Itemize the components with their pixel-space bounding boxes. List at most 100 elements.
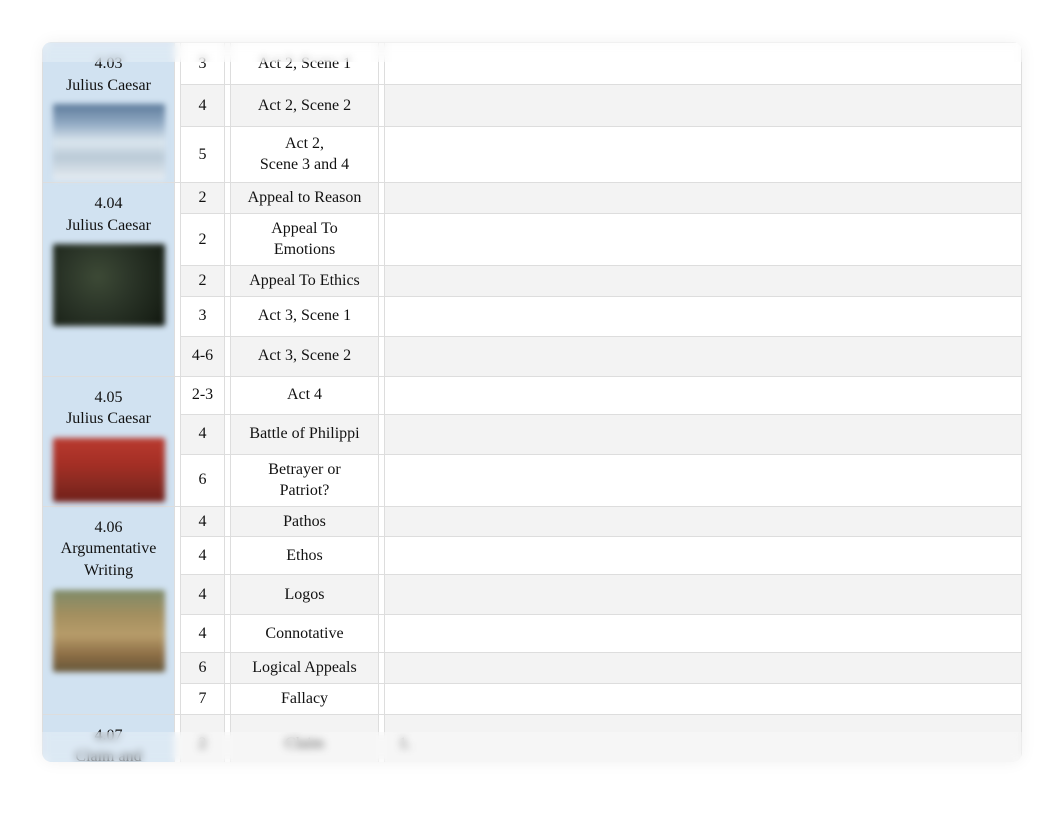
day-value: 4-6 [192, 347, 213, 364]
notes-cell [385, 506, 1022, 537]
day-value: 4 [199, 425, 207, 442]
topic-cell: Act 2, Scene 1 [231, 43, 379, 85]
notes-cell [385, 537, 1022, 575]
day-value: 2-3 [192, 386, 213, 403]
lesson-image [53, 104, 165, 180]
topic-cell: Act 4 [231, 376, 379, 414]
topic-cell: Fallacy [231, 683, 379, 714]
topic-cell: Act 3, Scene 1 [231, 296, 379, 336]
day-cell: 7 [181, 683, 225, 714]
lesson-code: 4.06 [95, 519, 123, 536]
lesson-code: 4.03 [95, 55, 123, 72]
day-value: 6 [199, 471, 207, 488]
notes-cell: 1. [385, 714, 1022, 762]
topic-cell: Appeal ToEmotions [231, 213, 379, 265]
day-cell: 2 [181, 183, 225, 214]
topic-cell: Act 2,Scene 3 and 4 [231, 126, 379, 183]
lesson-cell: 4.04 Julius Caesar [43, 183, 175, 376]
topic-cell: Logos [231, 575, 379, 615]
notes-value: 1. [399, 735, 411, 752]
topic-cell: Connotative [231, 615, 379, 653]
topic-value: Act 2, Scene 2 [258, 97, 351, 114]
day-cell: 6 [181, 653, 225, 684]
topic-value: Connotative [265, 625, 343, 642]
lesson-title: 4.04 Julius Caesar [43, 183, 174, 242]
topic-value: Logical Appeals [252, 659, 356, 676]
lesson-name: Julius Caesar [66, 77, 151, 94]
topic-value: Act 3, Scene 1 [258, 307, 351, 324]
notes-cell [385, 575, 1022, 615]
lesson-title: 4.03 Julius Caesar [43, 43, 174, 102]
lesson-name: Julius Caesar [66, 410, 151, 427]
topic-value: Appeal To Ethics [249, 272, 360, 289]
topic-value: Battle of Philippi [249, 425, 359, 442]
topic-value: Appeal to Reason [248, 189, 362, 206]
lesson-name: Julius Caesar [66, 217, 151, 234]
notes-cell [385, 336, 1022, 376]
day-value: 5 [199, 146, 207, 163]
topic-value: Pathos [283, 513, 326, 530]
topic-cell: Battle of Philippi [231, 414, 379, 454]
lesson-title: 4.07 Claim and [43, 715, 174, 762]
topic-value: Ethos [286, 547, 322, 564]
day-cell: 3 [181, 43, 225, 85]
lesson-image [53, 438, 165, 502]
day-value: 4 [199, 97, 207, 114]
day-cell: 5 [181, 126, 225, 183]
day-cell: 2-3 [181, 376, 225, 414]
day-cell: 6 [181, 454, 225, 506]
day-value: 4 [199, 586, 207, 603]
lesson-image [53, 244, 165, 326]
day-cell: 4 [181, 615, 225, 653]
day-value: 3 [199, 307, 207, 324]
day-value: 2 [199, 735, 207, 752]
lesson-name: Claim and [75, 748, 141, 762]
topic-value: Claim [285, 735, 324, 752]
notes-cell [385, 85, 1022, 126]
notes-cell [385, 265, 1022, 296]
notes-cell [385, 183, 1022, 214]
notes-cell [385, 213, 1022, 265]
day-value: 7 [199, 690, 207, 707]
notes-cell [385, 376, 1022, 414]
lesson-cell: 4.06 ArgumentativeWriting [43, 506, 175, 714]
lesson-code: 4.04 [95, 195, 123, 212]
notes-cell [385, 454, 1022, 506]
topic-value: Act 2, Scene 1 [258, 55, 351, 72]
day-value: 2 [199, 231, 207, 248]
topic-value: Logos [285, 586, 325, 603]
topic-cell: Logical Appeals [231, 653, 379, 684]
day-cell: 3 [181, 296, 225, 336]
day-value: 2 [199, 189, 207, 206]
notes-cell [385, 43, 1022, 85]
day-cell: 4-6 [181, 336, 225, 376]
lesson-cell: 4.07 Claim and [43, 714, 175, 762]
topic-cell: Appeal to Reason [231, 183, 379, 214]
notes-cell [385, 653, 1022, 684]
day-cell: 4 [181, 414, 225, 454]
topic-value: Act 3, Scene 2 [258, 347, 351, 364]
topic-cell: Act 2, Scene 2 [231, 85, 379, 126]
day-cell: 4 [181, 575, 225, 615]
topic-cell: Pathos [231, 506, 379, 537]
day-cell: 2 [181, 714, 225, 762]
topic-value: Betrayer orPatriot? [268, 461, 340, 500]
day-cell: 2 [181, 213, 225, 265]
topic-value: Act 2,Scene 3 and 4 [260, 135, 349, 174]
lesson-name: ArgumentativeWriting [61, 540, 157, 579]
topic-cell: Claim [231, 714, 379, 762]
document-page: 4.03 Julius Caesar 3 Act 2, Scene 1 4 Act 2, … [42, 42, 1022, 762]
lesson-title: 4.06 ArgumentativeWriting [43, 507, 174, 588]
lesson-cell: 4.05 Julius Caesar [43, 376, 175, 506]
day-value: 4 [199, 513, 207, 530]
lesson-code: 4.07 [95, 727, 123, 744]
lesson-code: 4.05 [95, 389, 123, 406]
topic-value: Fallacy [281, 690, 328, 707]
notes-cell [385, 296, 1022, 336]
topic-cell: Appeal To Ethics [231, 265, 379, 296]
day-value: 6 [199, 659, 207, 676]
day-value: 3 [199, 55, 207, 72]
notes-cell [385, 615, 1022, 653]
topic-value: Appeal ToEmotions [271, 220, 338, 259]
day-value: 4 [199, 547, 207, 564]
